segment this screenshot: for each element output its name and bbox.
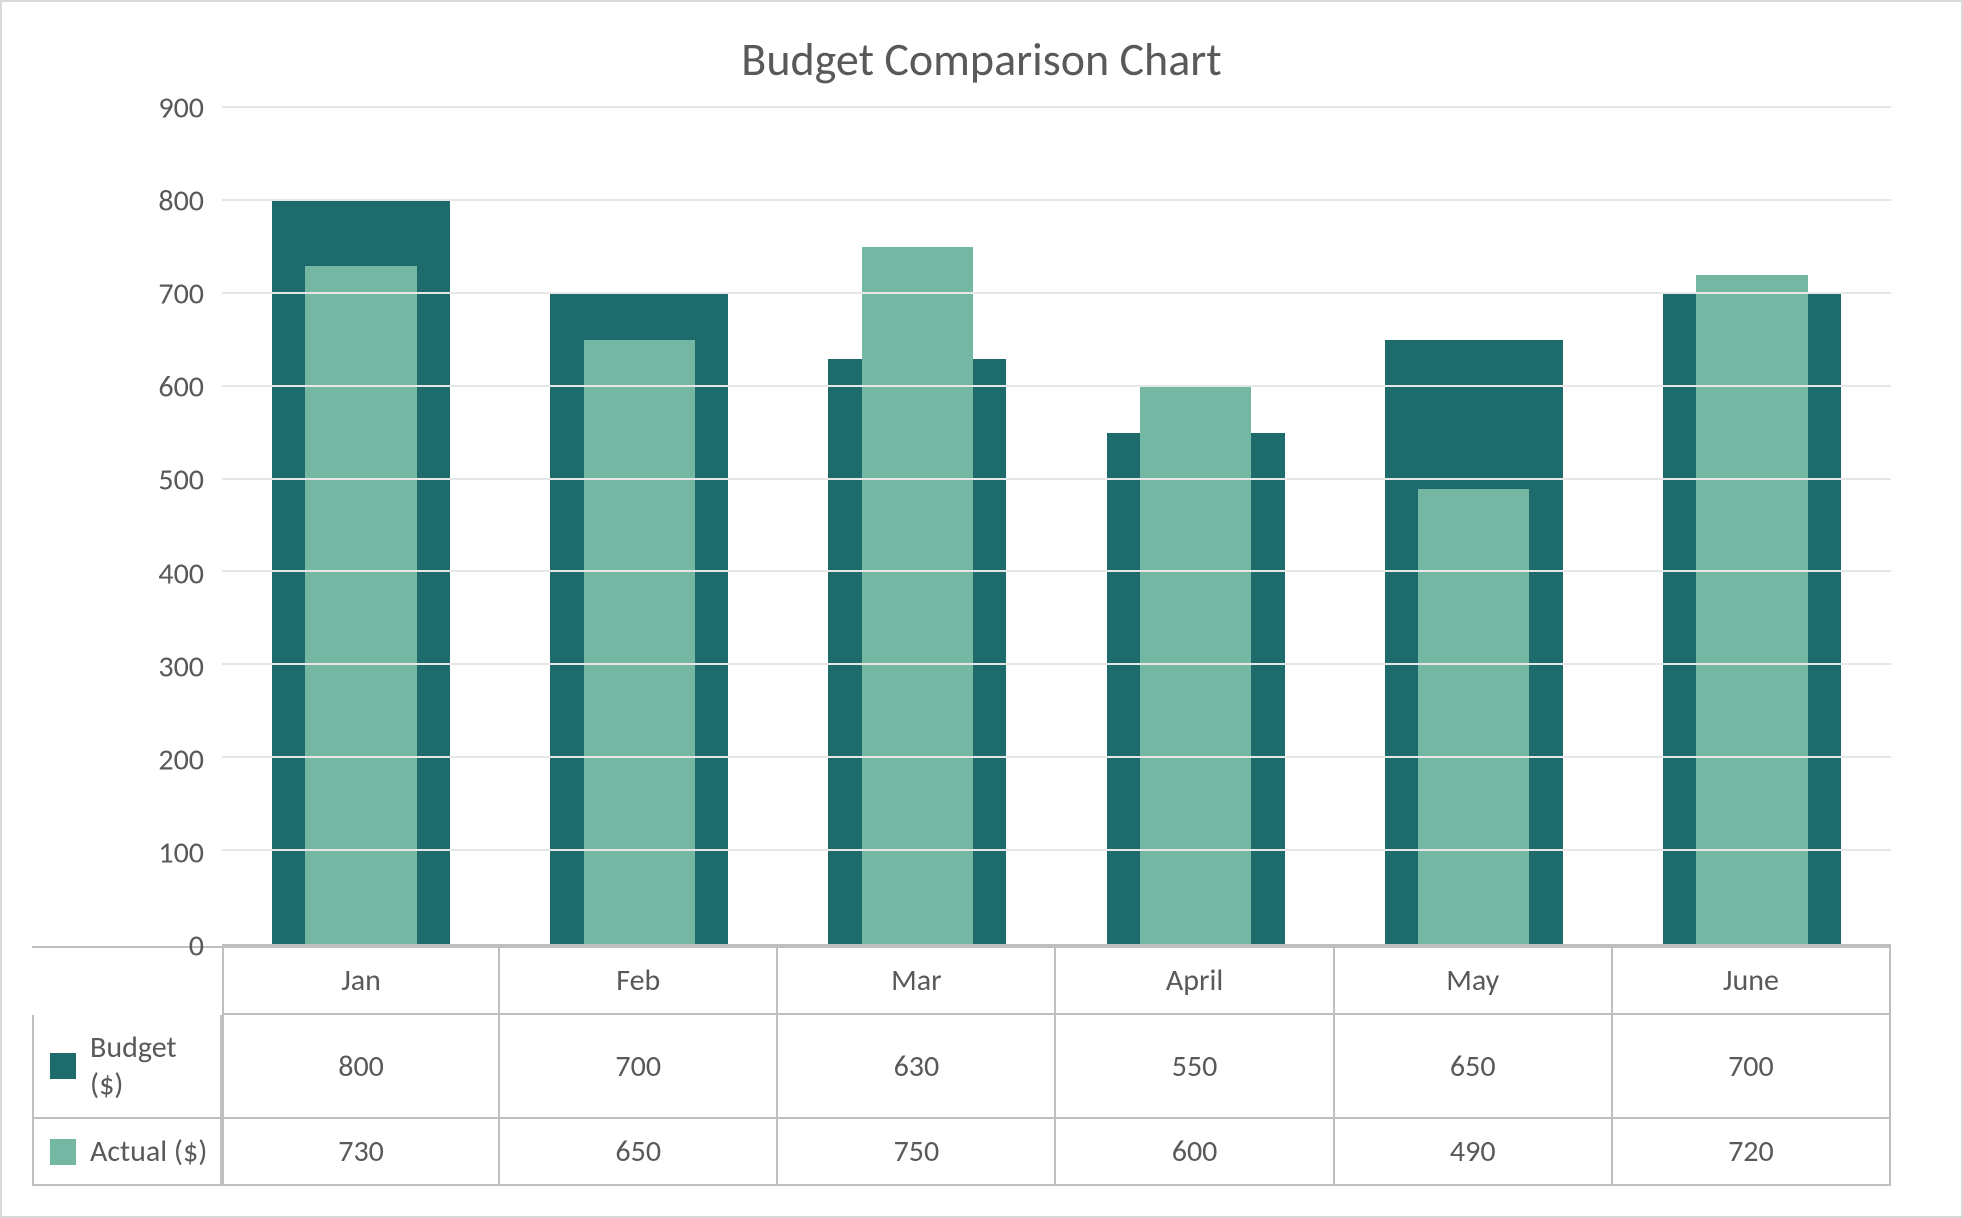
table-cell: 730 (222, 1119, 500, 1186)
table-cell: 750 (778, 1119, 1056, 1186)
category-header: Feb (500, 948, 778, 1015)
bar-group (1613, 108, 1891, 944)
table-cell: 630 (778, 1015, 1056, 1119)
bar-group (222, 108, 500, 944)
legend-swatch-budget (50, 1053, 76, 1079)
bar-group (1335, 108, 1613, 944)
table-cell: 700 (500, 1015, 778, 1119)
y-tick-label: 200 (158, 741, 204, 778)
y-tick-label: 0 (189, 928, 204, 965)
bars-layer (222, 108, 1891, 944)
bar-actual (862, 247, 973, 944)
legend-row-budget: Budget ($) (32, 1015, 222, 1119)
category-header: May (1335, 948, 1613, 1015)
chart-title: Budget Comparison Chart (32, 32, 1931, 88)
y-tick-label: 600 (158, 369, 204, 406)
legend-label: Budget ($) (90, 1029, 212, 1103)
chart-frame: Budget Comparison Chart 0 100 200 300 400 500… (0, 0, 1963, 1218)
plot-row: 0100200300400500600700800900 (32, 108, 1931, 946)
bar-group (1057, 108, 1335, 944)
plot-area (222, 108, 1891, 946)
bar-group (500, 108, 778, 944)
bar-actual (584, 340, 695, 944)
category-header: April (1056, 948, 1334, 1015)
table-cell: 650 (500, 1119, 778, 1186)
table-cell: 800 (222, 1015, 500, 1119)
y-tick-label: 900 (158, 90, 204, 127)
legend-swatch-actual (50, 1139, 76, 1165)
category-header: Jan (222, 948, 500, 1015)
bar-actual (1140, 387, 1251, 944)
y-tick-label: 400 (158, 555, 204, 592)
table-cell: 650 (1335, 1015, 1613, 1119)
category-header: Mar (778, 948, 1056, 1015)
table-cell: 700 (1613, 1015, 1891, 1119)
y-tick-label: 500 (158, 462, 204, 499)
y-tick-label: 100 (158, 834, 204, 871)
y-tick-label: 800 (158, 183, 204, 220)
y-tick-label: 700 (158, 276, 204, 313)
category-header: June (1613, 948, 1891, 1015)
y-tick-label: 300 (158, 648, 204, 685)
bar-actual (1418, 489, 1529, 944)
bar-actual (1696, 275, 1807, 944)
bar-actual (305, 266, 416, 944)
chart-body: 0100200300400500600700800900 JanFebMarAp… (32, 108, 1931, 1186)
data-table: JanFebMarAprilMayJuneBudget ($)800700630… (32, 946, 1891, 1186)
table-cell: 600 (1056, 1119, 1334, 1186)
legend-label: Actual ($) (90, 1133, 207, 1170)
y-axis: 0100200300400500600700800900 (32, 108, 222, 946)
table-cell: 490 (1335, 1119, 1613, 1186)
legend-row-actual: Actual ($) (32, 1119, 222, 1186)
table-cell: 720 (1613, 1119, 1891, 1186)
table-cell: 550 (1056, 1015, 1334, 1119)
bar-group (778, 108, 1056, 944)
